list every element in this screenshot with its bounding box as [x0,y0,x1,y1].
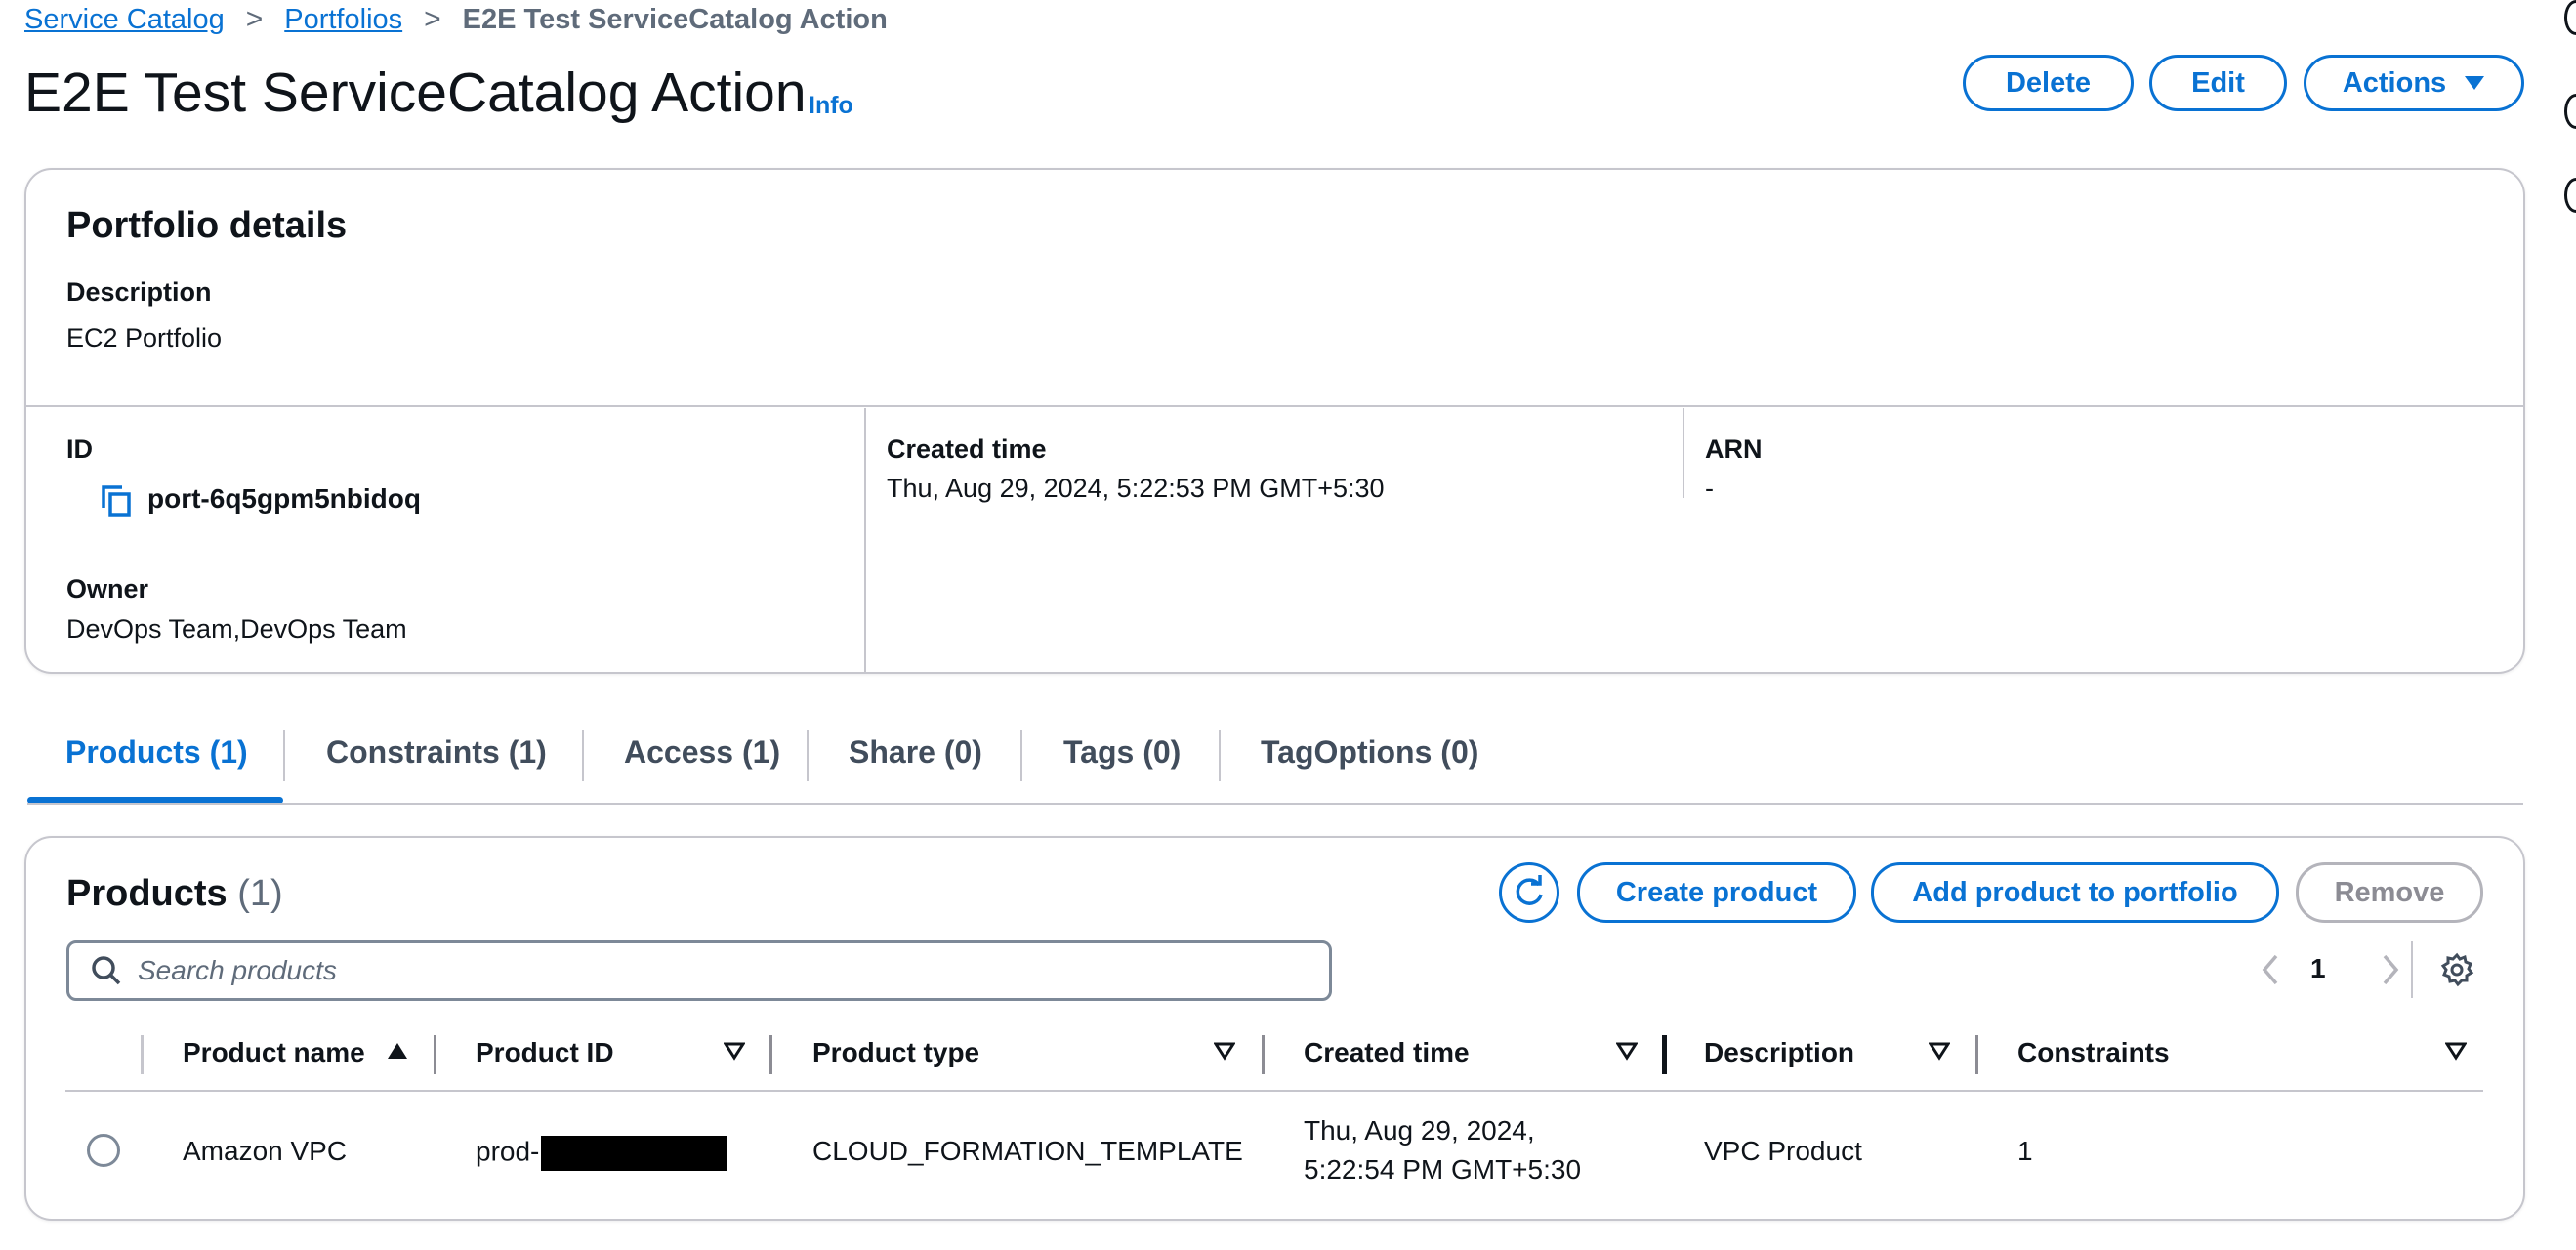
products-count: (1) [237,873,283,914]
breadcrumb-service-catalog[interactable]: Service Catalog [24,4,225,36]
arn-value: - [1705,474,1714,503]
edit-button-label: Edit [2191,66,2245,99]
side-panel-icon[interactable] [2564,178,2576,213]
col-header-constraints[interactable]: Constraints [2017,1037,2170,1068]
add-product-label: Add product to portfolio [1912,876,2238,908]
page-number[interactable]: 1 [2310,953,2326,984]
col-header-product-id[interactable]: Product ID [476,1037,614,1068]
redaction-block [541,1136,727,1171]
chevron-left-icon[interactable] [2259,953,2282,986]
sort-icon[interactable] [1214,1041,1235,1061]
tab-divider [807,730,809,781]
tab-underline [27,803,2523,805]
id-label: ID [66,435,93,464]
col-header-description[interactable]: Description [1704,1037,1854,1068]
portfolio-details-heading: Portfolio details [66,205,348,246]
info-link[interactable]: Info [809,92,853,120]
description-value: VPC Product [1704,1136,1862,1166]
chevron-right-icon[interactable] [2379,953,2402,986]
tab-tags[interactable]: Tags (0) [1063,734,1181,771]
created-time-line1: Thu, Aug 29, 2024, [1304,1115,1535,1146]
created-time-value: Thu, Aug 29, 2024, 5:22:53 PM GMT+5:30 [887,474,1385,503]
owner-label: Owner [66,574,149,604]
product-type-value: CLOUD_FORMATION_TEMPLATE [812,1136,1243,1166]
products-heading-text: Products [66,873,228,914]
sort-icon[interactable] [724,1041,745,1061]
constraints-value: 1 [2017,1136,2033,1166]
copy-icon[interactable] [101,484,132,518]
caret-down-icon [2465,76,2485,90]
tab-access[interactable]: Access (1) [624,734,780,771]
search-input[interactable]: Search products [66,940,1332,1001]
create-product-button[interactable]: Create product [1577,862,1856,923]
tab-constraints[interactable]: Constraints (1) [326,734,547,771]
col-header-product-type[interactable]: Product type [812,1037,979,1068]
tab-divider [1219,730,1221,781]
breadcrumb-portfolios[interactable]: Portfolios [284,4,402,36]
page-title: E2E Test ServiceCatalog Action [24,62,807,124]
product-id-prefix: prod- [476,1136,540,1167]
search-icon [92,956,121,985]
divider [26,405,2523,407]
col-resize-handle[interactable] [1662,1035,1667,1074]
col-divider[interactable] [434,1035,436,1074]
tab-divider [582,730,584,781]
sort-icon[interactable] [1929,1041,1950,1061]
tab-divider [283,730,285,781]
products-heading: Products (1) [66,873,283,915]
created-time-line2: 5:22:54 PM GMT+5:30 [1304,1154,1582,1185]
refresh-button[interactable] [1499,862,1559,923]
pagination-divider [2411,941,2413,998]
tab-tagoptions[interactable]: TagOptions (0) [1261,734,1478,771]
sort-icon[interactable] [2445,1041,2467,1061]
arn-label: ARN [1705,435,1763,464]
breadcrumb: Service Catalog > Portfolios > E2E Test … [24,0,888,39]
table-header-divider [65,1090,2483,1092]
breadcrumb-current: E2E Test ServiceCatalog Action [462,3,888,35]
products-container: Products (1) Create product Add product … [24,836,2525,1221]
created-time-label: Created time [887,435,1047,464]
settings-icon[interactable] [2439,952,2474,987]
col-divider [141,1035,144,1074]
col-header-product-name[interactable]: Product name [183,1037,365,1068]
delete-button[interactable]: Delete [1963,55,2134,111]
description-value: EC2 Portfolio [66,323,223,353]
col-divider[interactable] [769,1035,772,1074]
chevron-right-icon: > [245,3,264,35]
chevron-right-icon: > [424,3,441,35]
product-name-link[interactable]: Amazon VPC [183,1136,347,1167]
actions-button-label: Actions [2342,66,2447,99]
sort-ascending-icon[interactable] [387,1041,408,1061]
description-label: Description [66,277,212,307]
owner-value: DevOps Team,DevOps Team [66,614,407,644]
column-divider [864,408,866,674]
side-panel-icon[interactable] [2564,0,2576,35]
delete-button-label: Delete [2005,66,2092,99]
remove-label: Remove [2334,876,2445,908]
product-id-value: prod- [476,1136,727,1171]
radio-icon[interactable] [87,1134,120,1167]
col-divider[interactable] [1262,1035,1265,1074]
create-product-label: Create product [1615,876,1818,908]
column-divider [1683,408,1684,498]
edit-button[interactable]: Edit [2149,55,2287,111]
portfolio-id-link[interactable]: port-6q5gpm5nbidoq [147,483,421,515]
portfolio-details-container: Portfolio details Description EC2 Portfo… [24,168,2525,674]
tab-share[interactable]: Share (0) [849,734,982,771]
tab-products[interactable]: Products (1) [65,734,248,771]
add-product-to-portfolio-button[interactable]: Add product to portfolio [1871,862,2279,923]
tab-divider [1020,730,1022,781]
actions-button[interactable]: Actions [2304,55,2524,111]
col-header-created-time[interactable]: Created time [1304,1037,1470,1068]
col-divider[interactable] [1975,1035,1978,1074]
refresh-icon [1516,875,1543,905]
search-placeholder: Search products [138,955,337,985]
side-panel-icon[interactable] [2564,94,2576,129]
remove-button[interactable]: Remove [2296,862,2483,923]
sort-icon[interactable] [1616,1041,1638,1061]
